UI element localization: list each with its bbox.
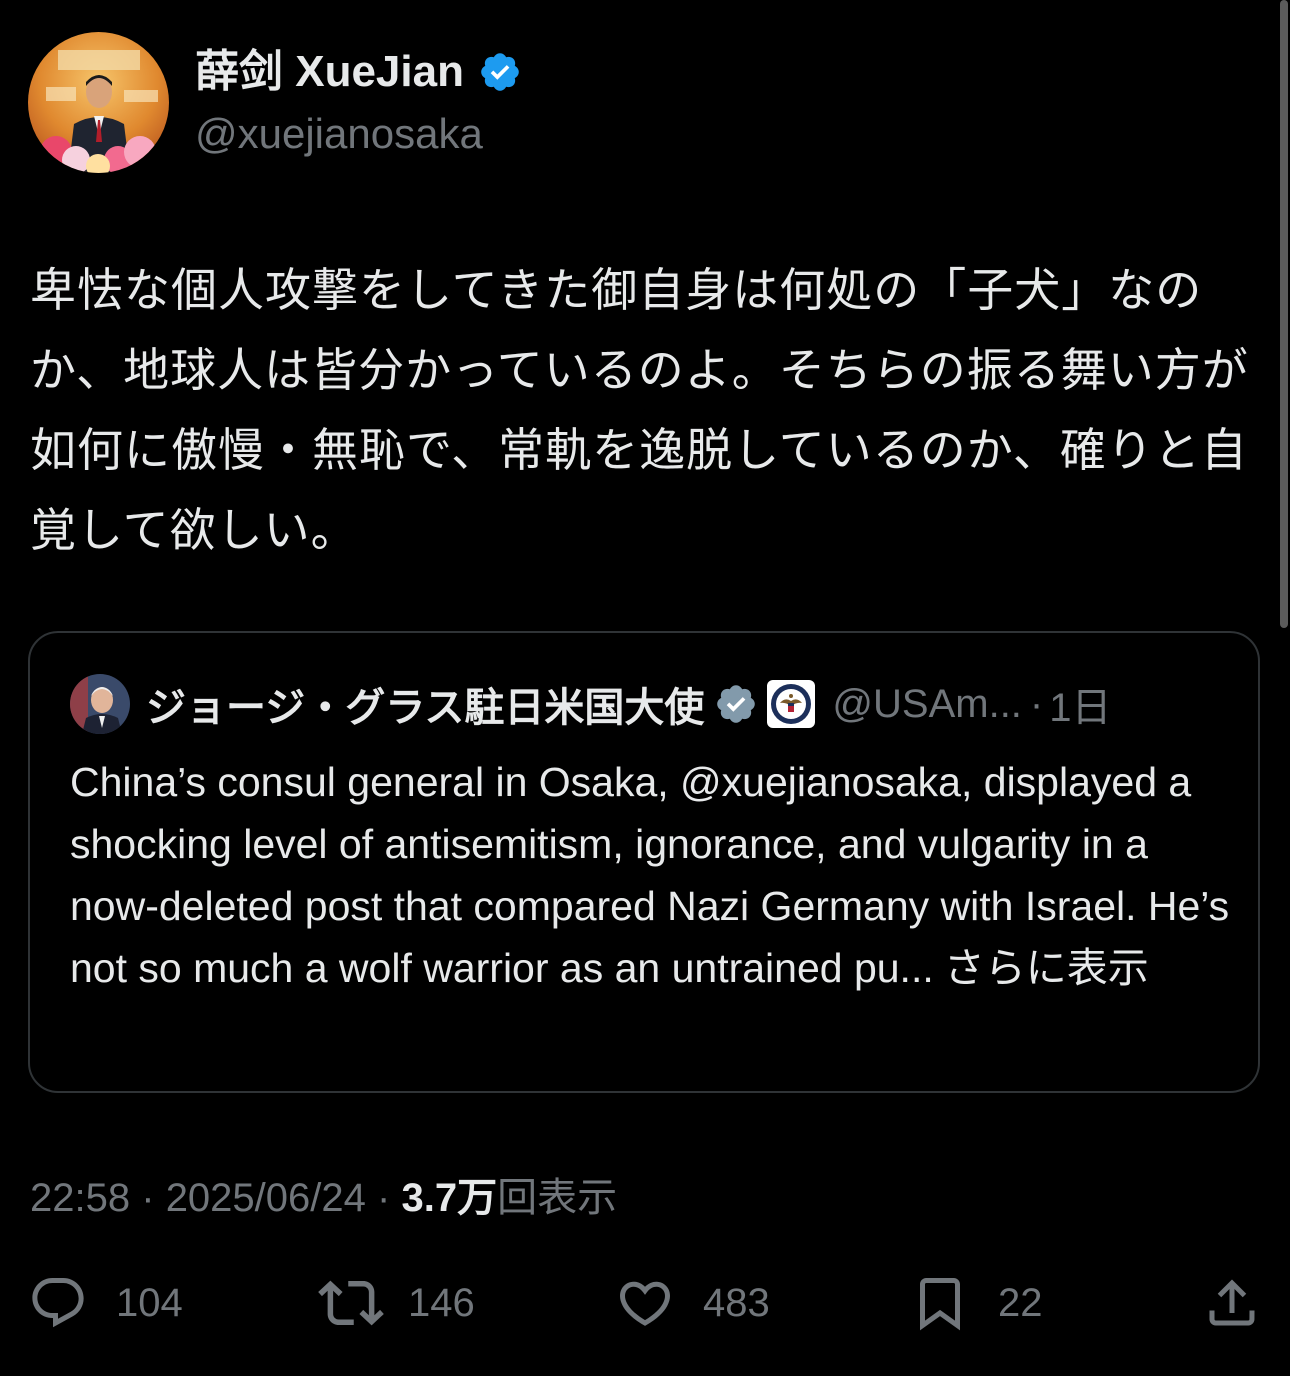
quoted-post-time[interactable]: 1日	[1049, 675, 1111, 733]
post-meta: 22:58 · 2025/06/24 · 3.7万回表示	[30, 1168, 617, 1228]
views-label: 回表示	[497, 1176, 618, 1220]
separator-dot: ·	[377, 1176, 391, 1220]
quoted-author-avatar[interactable]	[70, 674, 130, 734]
post-time[interactable]: 22:58	[30, 1176, 130, 1220]
separator-dot: ·	[141, 1176, 155, 1220]
post-text: 卑怯な個人攻撃をしてきた御自身は何処の「子犬」なのか、地球人は皆分かっているのよ…	[30, 264, 1249, 556]
quoted-author-name[interactable]: ジョージ・グラス駐日米国大使	[146, 675, 704, 733]
reply-button[interactable]: 104	[28, 1270, 183, 1336]
bookmark-button[interactable]: 22	[910, 1270, 1043, 1336]
share-button[interactable]	[1202, 1270, 1262, 1336]
verified-badge-icon	[481, 53, 519, 91]
heart-icon	[619, 1281, 671, 1326]
quoted-post-header: ジョージ・グラス駐日米国大使 @USAm... · 1日	[70, 673, 1218, 735]
bookmark-count: 22	[998, 1280, 1043, 1325]
author-avatar[interactable]	[28, 32, 169, 173]
repost-count: 146	[408, 1280, 475, 1325]
post-date[interactable]: 2025/06/24	[166, 1176, 366, 1220]
scrollbar[interactable]	[1280, 0, 1288, 628]
share-icon	[1209, 1279, 1255, 1326]
quoted-post-card[interactable]: ジョージ・グラス駐日米国大使 @USAm... · 1日 China’s con…	[28, 631, 1260, 1093]
quoted-author-handle[interactable]: @USAm...	[832, 682, 1022, 727]
quoted-post-text: China’s consul general in Osaka, @xuejia…	[70, 751, 1230, 999]
repost-icon	[318, 1280, 384, 1326]
author-display-name[interactable]: 薛剑 XueJian	[195, 44, 464, 100]
show-more-link[interactable]: さらに表示	[944, 945, 1149, 991]
reply-icon	[32, 1278, 84, 1328]
like-button[interactable]: 483	[615, 1270, 770, 1336]
repost-button[interactable]: 146	[318, 1270, 475, 1336]
author-handle[interactable]: @xuejianosaka	[195, 106, 483, 162]
verified-badge-icon	[717, 685, 756, 723]
separator-dot: ·	[1029, 681, 1044, 726]
like-count: 483	[703, 1280, 770, 1325]
reply-count: 104	[116, 1280, 183, 1325]
bookmark-icon	[920, 1278, 960, 1331]
views-count[interactable]: 3.7万	[401, 1176, 497, 1220]
state-department-seal-icon[interactable]	[766, 679, 816, 729]
